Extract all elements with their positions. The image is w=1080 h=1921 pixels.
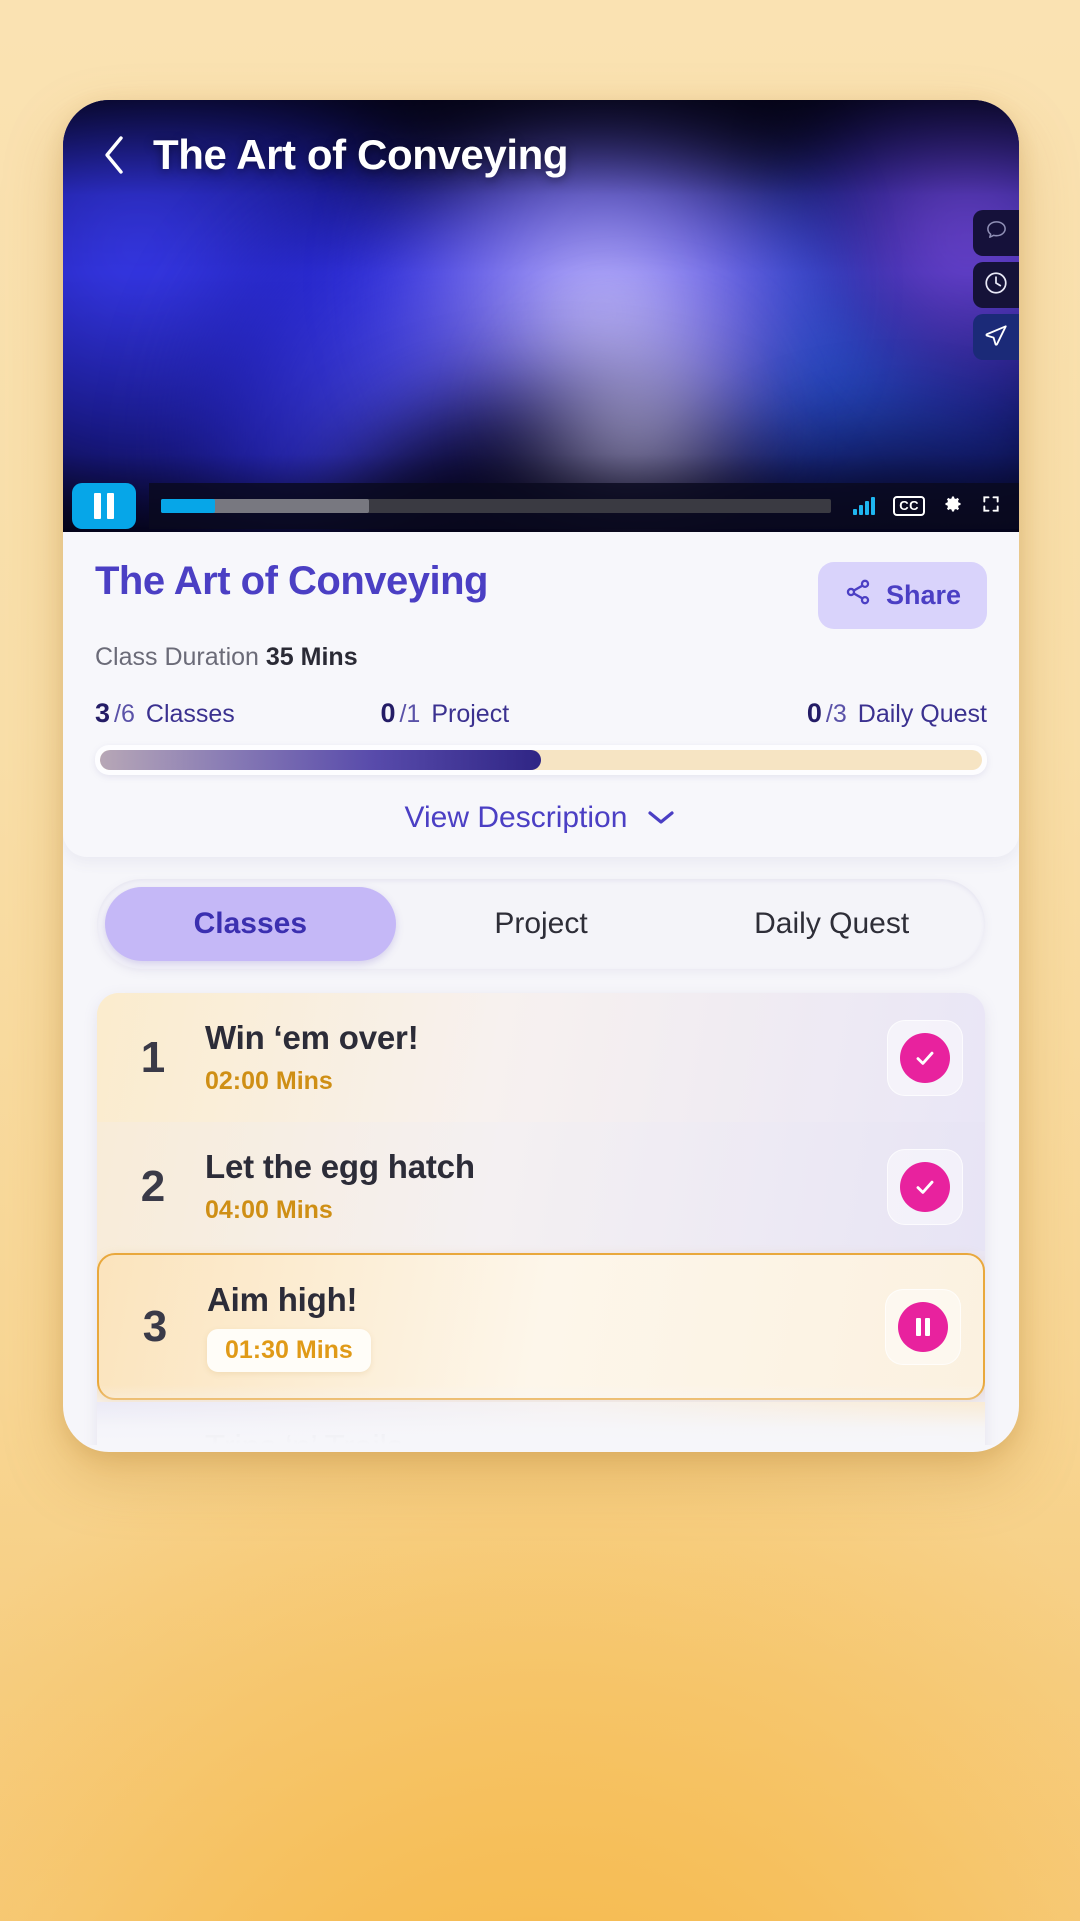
share-label: Share <box>885 580 961 610</box>
lesson-row-active[interactable]: 3 Aim high! 01:30 Mins <box>97 1253 985 1400</box>
pause-circle-icon <box>898 1301 948 1352</box>
send-button[interactable] <box>973 314 1019 360</box>
progress-stats: 3 /6 Classes 0 /1 Project 0 /3 Daily Que… <box>95 698 987 729</box>
class-duration: Class Duration 35 Mins <box>95 643 987 672</box>
stat-project-total: /1 <box>399 700 421 728</box>
check-circle-icon <box>900 1032 950 1083</box>
lesson-title: Trips ‘n’ Trails <box>205 1428 863 1445</box>
app-window: The Art of Conveying CC The Art of Conve… <box>63 100 1019 1452</box>
lesson-duration: 04:00 Mins <box>205 1196 333 1224</box>
stat-project: 0 /1 Project <box>380 698 665 729</box>
course-info-card: The Art of Conveying Share Class Duratio… <box>63 532 1019 857</box>
stat-project-value: 0 <box>380 698 396 728</box>
lesson-duration: 02:00 Mins <box>205 1067 333 1095</box>
course-progress-container <box>95 745 987 775</box>
course-progress-fill <box>100 750 541 770</box>
lesson-status-button[interactable] <box>887 1435 963 1445</box>
share-icon <box>844 578 872 613</box>
stat-daily-quest-total: /3 <box>825 700 847 728</box>
stat-daily-quest: 0 /3 Daily Quest <box>666 698 987 729</box>
settings-button[interactable] <box>943 494 963 519</box>
class-duration-value: 35 Mins <box>265 643 358 671</box>
tabs-section: Classes Project Daily Quest <box>63 857 1019 969</box>
tab-bar: Classes Project Daily Quest <box>97 879 985 969</box>
play-pause-button[interactable] <box>72 483 136 529</box>
stat-daily-quest-value: 0 <box>806 698 822 728</box>
course-title: The Art of Conveying <box>95 559 488 603</box>
view-description-label: View Description <box>404 801 628 834</box>
lesson-status-button[interactable] <box>887 1019 963 1096</box>
lesson-list: 1 Win ‘em over! 02:00 Mins 2 Let the egg… <box>97 993 985 1445</box>
lesson-number: 3 <box>142 1301 168 1351</box>
fullscreen-icon <box>981 494 1001 519</box>
lesson-title: Win ‘em over! <box>205 1019 419 1056</box>
video-player[interactable]: The Art of Conveying CC <box>63 100 1019 532</box>
stat-classes-total: /6 <box>114 700 135 728</box>
chat-bubble-icon <box>985 219 1008 247</box>
tab-daily-quest[interactable]: Daily Quest <box>686 887 977 961</box>
lesson-status-button[interactable] <box>885 1288 961 1365</box>
class-duration-label: Class Duration <box>95 643 259 671</box>
stat-daily-quest-label: Daily Quest <box>857 700 987 728</box>
closed-caption-button[interactable]: CC <box>893 495 925 517</box>
tab-classes[interactable]: Classes <box>105 887 396 961</box>
page-title: The Art of Conveying <box>153 131 569 178</box>
signal-bars-button[interactable] <box>853 497 876 515</box>
lesson-number: 2 <box>140 1161 166 1211</box>
video-progress-container[interactable] <box>149 483 844 529</box>
share-button[interactable]: Share <box>817 562 987 629</box>
stat-project-label: Project <box>431 700 510 728</box>
chevron-down-icon <box>645 801 677 835</box>
closed-caption-icon: CC <box>893 495 925 517</box>
chevron-left-icon <box>101 134 127 176</box>
pause-icon <box>91 493 117 519</box>
video-played <box>161 499 215 513</box>
clock-icon <box>983 270 1009 301</box>
stat-classes-value: 3 <box>95 698 111 728</box>
lesson-duration: 01:30 Mins <box>207 1329 371 1372</box>
chat-bubble-button[interactable] <box>973 210 1019 256</box>
send-icon <box>983 322 1009 353</box>
side-action-rail <box>973 210 1019 360</box>
lesson-row[interactable]: 1 Win ‘em over! 02:00 Mins <box>97 993 985 1122</box>
course-progress-bar <box>100 750 982 770</box>
gear-icon <box>943 494 963 519</box>
lesson-status-button[interactable] <box>887 1148 963 1225</box>
lesson-row[interactable]: 2 Let the egg hatch 04:00 Mins <box>97 1122 985 1251</box>
video-progress-bar[interactable] <box>161 499 832 513</box>
player-controls: CC <box>63 480 1019 532</box>
lesson-title: Aim high! <box>207 1281 358 1318</box>
back-button[interactable] <box>97 133 131 177</box>
player-right-controls: CC <box>843 483 1019 529</box>
signal-bars-icon <box>853 497 876 515</box>
clock-button[interactable] <box>973 262 1019 308</box>
tab-project[interactable]: Project <box>396 887 687 961</box>
stat-classes: 3 /6 Classes <box>95 698 380 729</box>
view-description-button[interactable]: View Description <box>95 801 987 835</box>
lesson-number: 1 <box>140 1032 166 1082</box>
stat-classes-label: Classes <box>145 700 235 728</box>
check-circle-icon <box>900 1161 950 1212</box>
lesson-title: Let the egg hatch <box>205 1148 475 1185</box>
lesson-list-section: 1 Win ‘em over! 02:00 Mins 2 Let the egg… <box>63 969 1019 1445</box>
player-header: The Art of Conveying <box>63 100 1019 210</box>
fullscreen-button[interactable] <box>981 494 1001 519</box>
lesson-row[interactable]: 4 Trips ‘n’ Trails 03:30 Mins <box>97 1402 985 1445</box>
